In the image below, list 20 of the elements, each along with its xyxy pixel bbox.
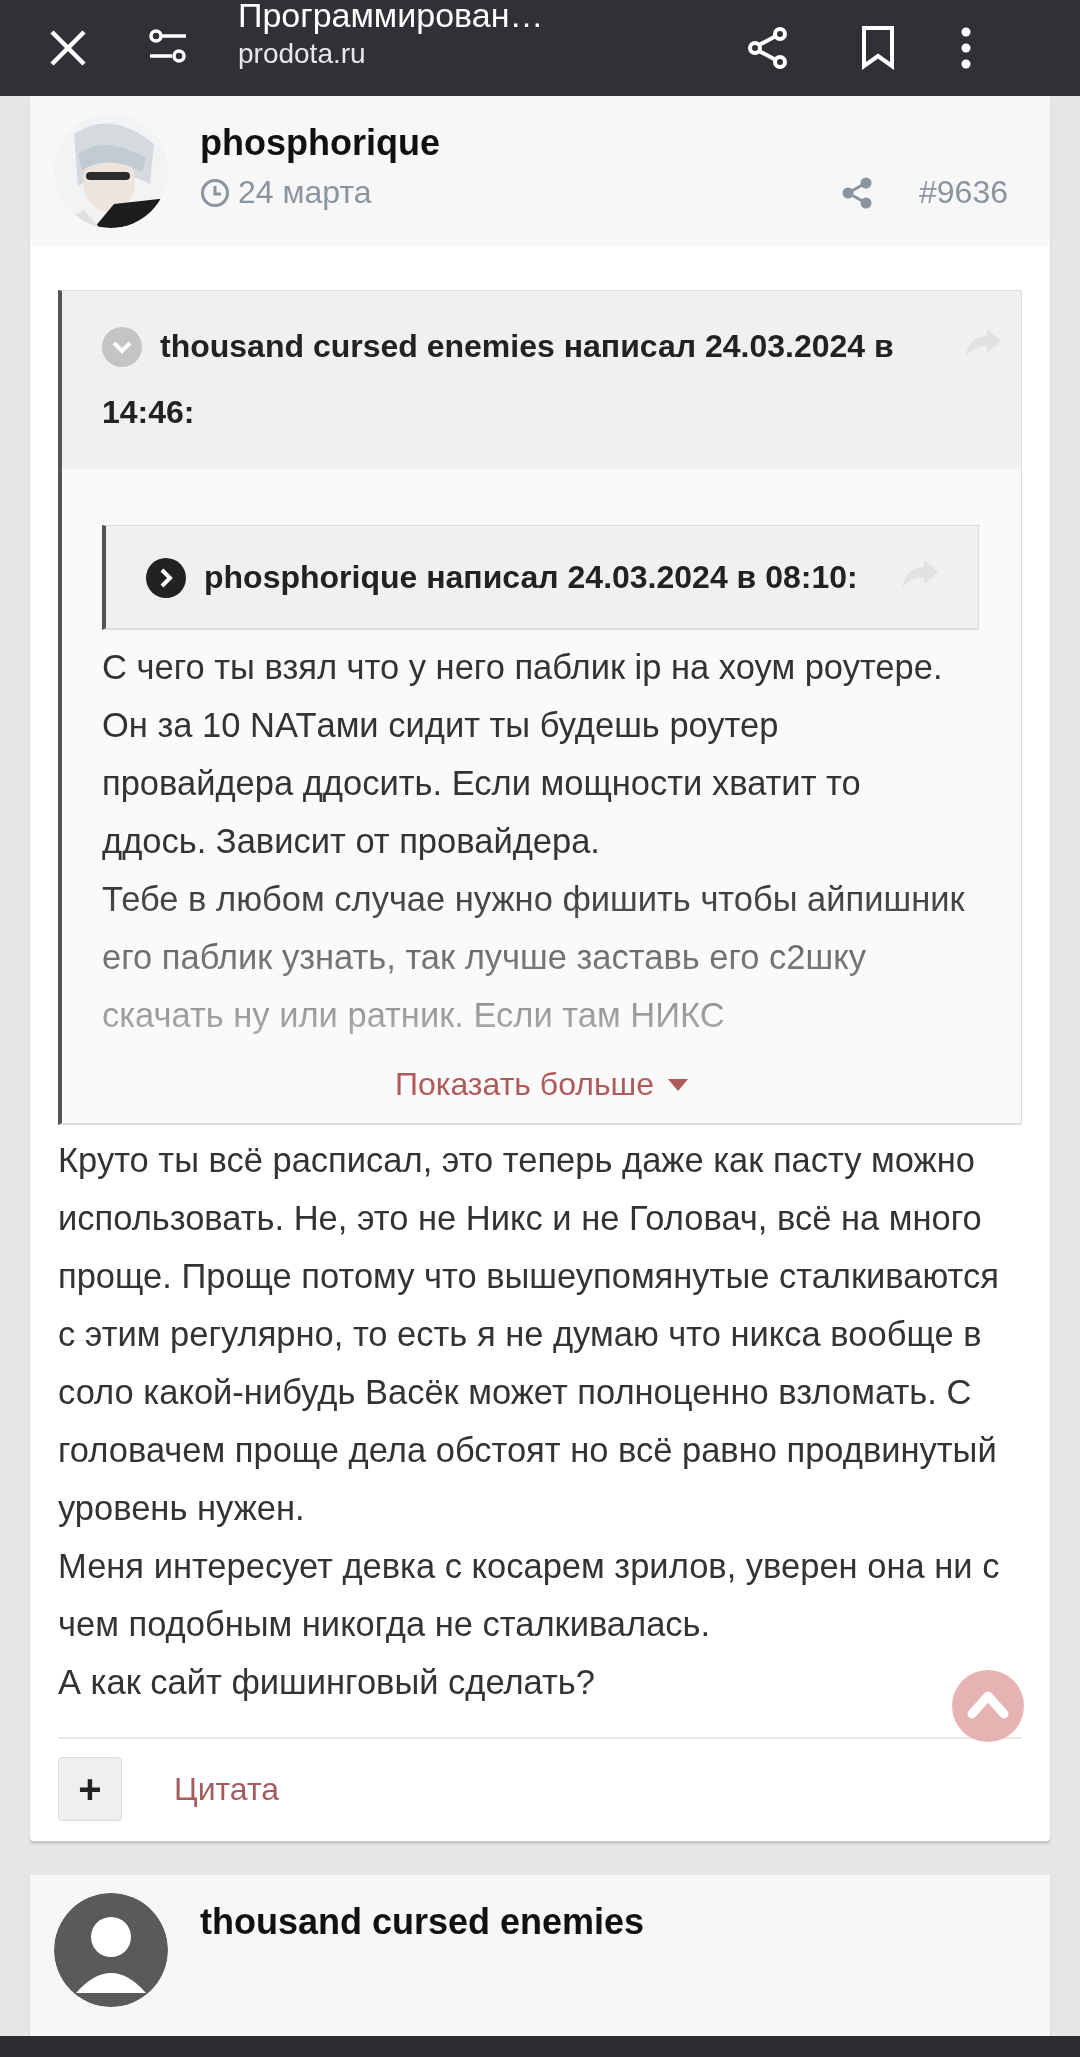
post-date: 24 марта [238, 174, 372, 211]
page-url: prodota.ru [238, 38, 367, 70]
quote-text: С чего ты взял что у него паблик ip на хоум роутере. Он за 10 NATами сидит ты будешь роутер провайдера ддосить. Если мощности хватит то ддось. Зависит от провайдера. [102, 647, 944, 862]
clock-icon [200, 177, 230, 208]
username[interactable]: phosphorique [200, 122, 1008, 164]
post-text: Меня интересует девка с косарем зрилов, уверен она ни с чем подобным никогда не сталкивалась. [58, 1546, 1001, 1645]
quote-header: thousand cursed enemies написал 24.03.2024 в 14:46: [102, 326, 895, 432]
post-text: А как сайт фишинговый сделать? [58, 1662, 595, 1703]
chevron-right-icon[interactable] [146, 558, 186, 598]
quote-text: Тебе в любом случае нужно фишить чтобы айпишник его паблик узнать, так лучше заставь его с2шку скачать ну или ратник. Если там НИКС [102, 879, 966, 1036]
caret-icon[interactable] [668, 1078, 689, 1091]
quote-header: phosphorique написал 24.03.2024 в 08:10: [146, 544, 902, 610]
page-title: Программирован… [238, 0, 545, 34]
quote-link[interactable]: Цитата [174, 1770, 280, 1808]
share-icon[interactable] [746, 26, 790, 70]
plus-button[interactable]: + [58, 1757, 122, 1821]
show-more-link[interactable]: Показать больше [394, 1066, 655, 1103]
avatar-icon [54, 1893, 168, 2007]
bookmark-icon[interactable] [860, 26, 896, 70]
post-text: Круто ты всё расписал, это теперь даже как пасту можно использовать. Не, это не Никс и не Головач, всё на много проще. Проще потому что вышеупомянутые сталкиваются с этим регулярно, то есть я не думаю что никса вообще в соло какой-нибудь Васёк может полноценно взломать. С головачем проще дела обстоят но всё равно продвинутый уровень нужен. [58, 1140, 1000, 1529]
